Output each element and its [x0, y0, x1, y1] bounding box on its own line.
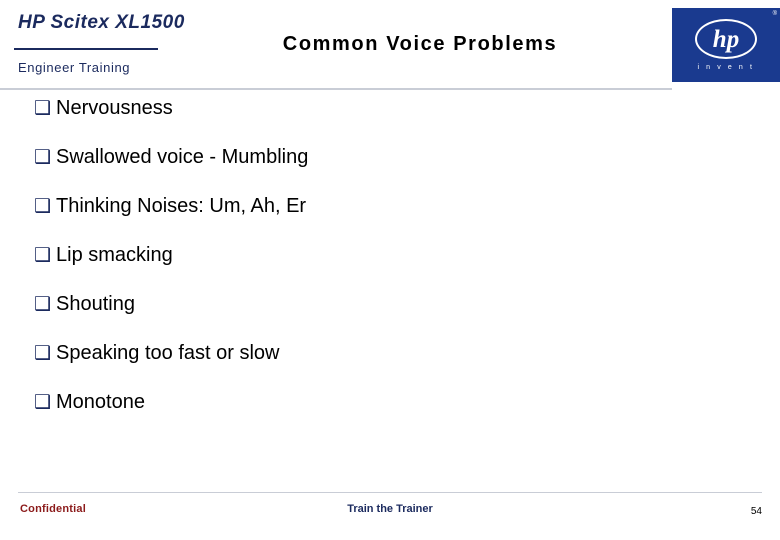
list-item-label: Monotone: [56, 391, 145, 413]
checkbox-bullet-icon: ❑: [34, 391, 52, 413]
list-item: ❑ Shouting: [0, 292, 780, 341]
hp-oval-icon: hp: [695, 19, 757, 59]
list-item: ❑ Thinking Noises: Um, Ah, Er: [0, 194, 780, 243]
footer-divider: [18, 492, 762, 493]
list-item-label: Swallowed voice - Mumbling: [56, 146, 309, 168]
list-item: ❑ Nervousness: [0, 96, 780, 145]
list-item: ❑ Monotone: [0, 390, 780, 439]
brand-divider: [14, 48, 158, 50]
hp-logo: ® hp i n v e n t: [672, 8, 780, 82]
list-item-label: Lip smacking: [56, 244, 173, 266]
checkbox-bullet-icon: ❑: [34, 293, 52, 315]
hp-logo-letters: hp: [712, 25, 740, 53]
list-item-label: Speaking too fast or slow: [56, 342, 280, 364]
page-title: Common Voice Problems: [282, 33, 558, 55]
list-item-label: Shouting: [56, 293, 135, 315]
brand-subtitle: Engineer Training: [18, 60, 131, 75]
list-item: ❑ Speaking too fast or slow: [0, 341, 780, 390]
slide-header: HP Scitex XL1500 Engineer Training Commo…: [0, 0, 780, 90]
list-item: ❑ Swallowed voice - Mumbling: [0, 145, 780, 194]
hp-logo-tagline: i n v e n t: [697, 64, 755, 71]
registered-trademark-icon: ®: [772, 11, 777, 17]
page-number: 54: [750, 506, 762, 517]
checkbox-bullet-icon: ❑: [34, 195, 52, 217]
bullet-list: ❑ Nervousness ❑ Swallowed voice - Mumbli…: [0, 96, 780, 439]
list-item: ❑ Lip smacking: [0, 243, 780, 292]
brand-title: HP Scitex XL1500: [18, 12, 185, 33]
checkbox-bullet-icon: ❑: [34, 97, 52, 119]
list-item-label: Nervousness: [56, 97, 173, 119]
brand-block: HP Scitex XL1500 Engineer Training: [0, 0, 184, 88]
checkbox-bullet-icon: ❑: [34, 342, 52, 364]
list-item-label: Thinking Noises: Um, Ah, Er: [56, 195, 307, 217]
checkbox-bullet-icon: ❑: [34, 146, 52, 168]
footer-course-title: Train the Trainer: [347, 503, 433, 515]
header-divider: [0, 88, 672, 90]
checkbox-bullet-icon: ❑: [34, 244, 52, 266]
